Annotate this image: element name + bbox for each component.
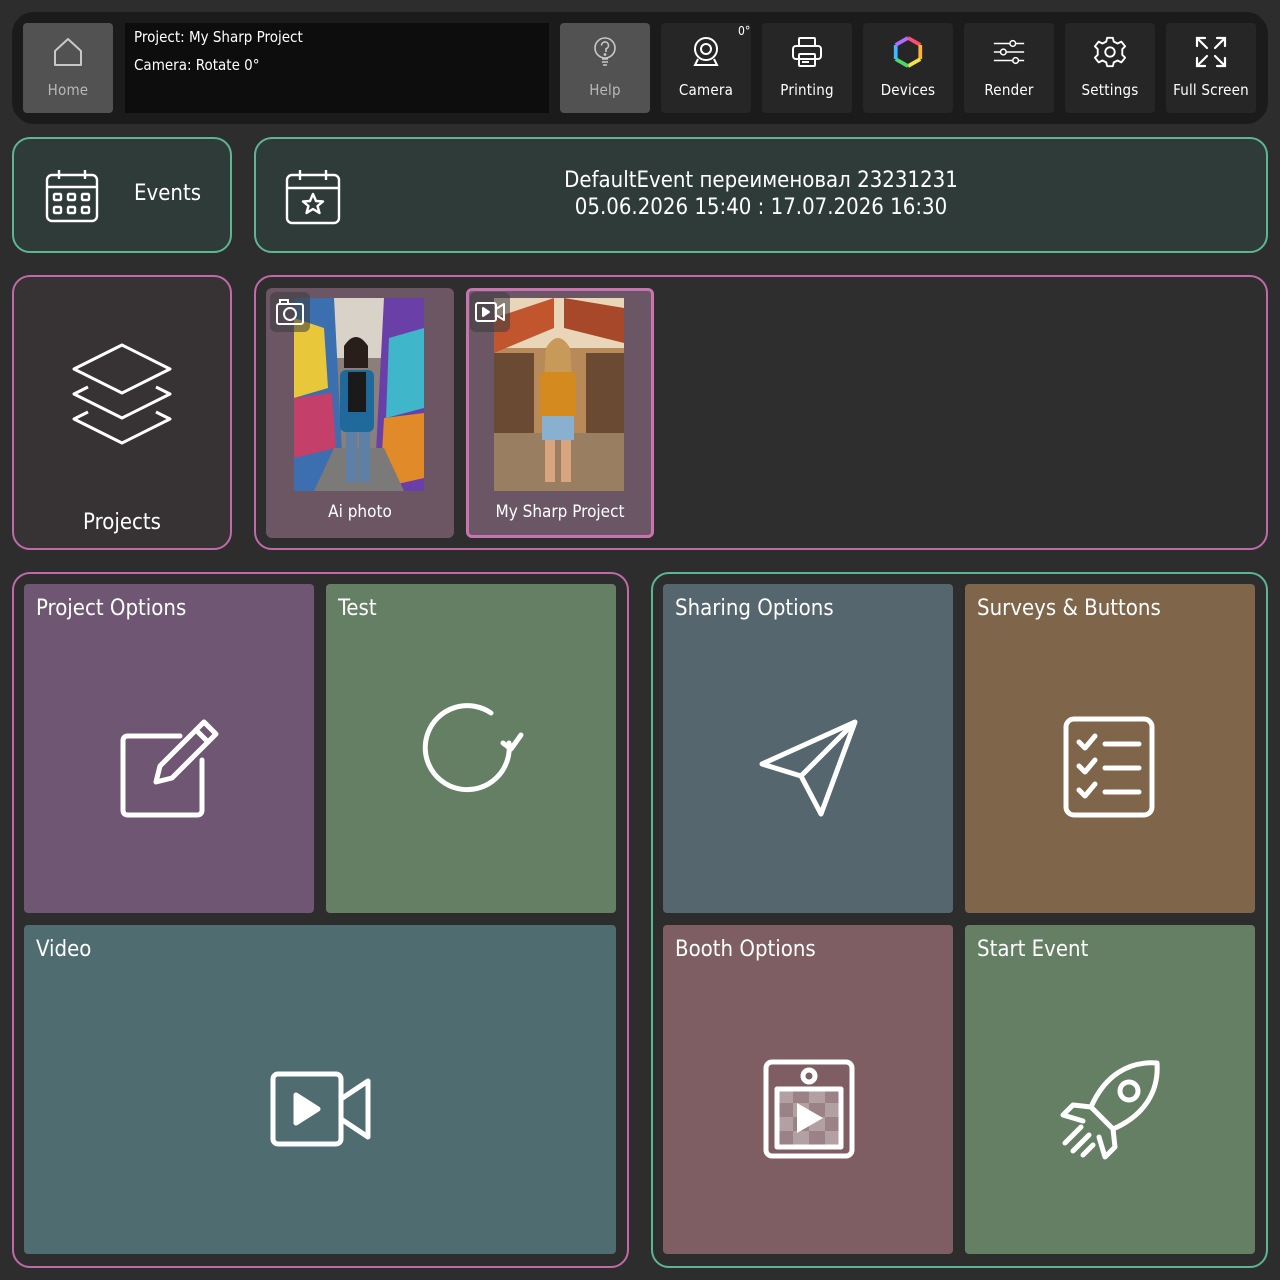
project-thumbnail [494, 298, 624, 491]
camera-rotation-text: Camera: Rotate 0° [134, 56, 260, 74]
webcam-icon [689, 35, 723, 69]
video-tile[interactable]: Video [24, 925, 616, 1254]
calendar-icon [44, 167, 100, 229]
project-options-tile[interactable]: Project Options [24, 584, 314, 913]
printing-button[interactable]: Printing [762, 23, 852, 113]
refresh-icon [421, 703, 525, 799]
events-button[interactable]: Events [12, 137, 232, 253]
sharing-options-tile[interactable]: Sharing Options [663, 584, 953, 913]
help-label: Help [589, 81, 621, 99]
sliders-icon [992, 35, 1026, 69]
gear-icon [1093, 35, 1127, 69]
help-icon [588, 35, 622, 69]
settings-button[interactable]: Settings [1065, 23, 1155, 113]
booth-options-label: Booth Options [675, 937, 816, 962]
fullscreen-button[interactable]: Full Screen [1166, 23, 1256, 113]
booth-options-tile[interactable]: Booth Options [663, 925, 953, 1254]
projects-label: Projects [83, 510, 161, 535]
camera-icon [270, 292, 310, 332]
start-event-label: Start Event [977, 937, 1089, 962]
project-card-name: My Sharp Project [495, 502, 625, 522]
project-card-name: Ai photo [328, 502, 392, 522]
projects-list: Ai photo My Sharp Project [254, 275, 1268, 550]
settings-label: Settings [1081, 81, 1139, 99]
printer-icon [790, 35, 824, 69]
camera-label: Camera [678, 81, 734, 99]
rocket-icon [1059, 1057, 1163, 1165]
edit-icon [120, 718, 220, 822]
project-card-my-sharp-project[interactable]: My Sharp Project [466, 288, 654, 538]
top-toolbar: Home Project: My Sharp Project Camera: R… [12, 12, 1268, 124]
render-label: Render [984, 81, 1034, 99]
projects-button[interactable]: Projects [12, 275, 232, 550]
fullscreen-label: Full Screen [1173, 81, 1249, 99]
devices-button[interactable]: Devices [863, 23, 953, 113]
home-button[interactable]: Home [23, 23, 113, 113]
layers-icon [70, 341, 174, 451]
video-icon [270, 1071, 372, 1151]
fullscreen-icon [1194, 35, 1228, 69]
render-button[interactable]: Render [964, 23, 1054, 113]
current-event-panel[interactable]: DefaultEvent переименовал 23231231 05.06… [254, 137, 1268, 253]
surveys-buttons-label: Surveys & Buttons [977, 596, 1161, 621]
events-label: Events [134, 181, 202, 206]
start-event-tile[interactable]: Start Event [965, 925, 1255, 1254]
video-camera-icon [470, 292, 510, 332]
devices-label: Devices [880, 81, 936, 99]
send-icon [759, 718, 859, 822]
project-card-ai-photo[interactable]: Ai photo [266, 288, 454, 538]
camera-rotation-badge: 0° [738, 24, 751, 38]
test-tile[interactable]: Test [326, 584, 616, 913]
event-dates: 05.06.2026 15:40 : 17.07.2026 16:30 [574, 195, 948, 220]
printing-label: Printing [780, 81, 834, 99]
project-options-label: Project Options [36, 596, 187, 621]
help-button[interactable]: Help [560, 23, 650, 113]
devices-ring-icon [891, 35, 925, 69]
current-project-text: Project: My Sharp Project [134, 28, 303, 46]
home-label: Home [47, 81, 89, 99]
video-label: Video [36, 937, 92, 962]
project-info-panel: Project: My Sharp Project Camera: Rotate… [125, 23, 549, 113]
home-icon [51, 35, 85, 69]
sharing-options-label: Sharing Options [675, 596, 834, 621]
project-thumbnail [294, 298, 424, 491]
checklist-icon [1061, 714, 1157, 824]
event-title: DefaultEvent переименовал 23231231 [564, 168, 958, 193]
test-label: Test [338, 596, 377, 621]
booth-icon [763, 1059, 855, 1163]
surveys-buttons-tile[interactable]: Surveys & Buttons [965, 584, 1255, 913]
